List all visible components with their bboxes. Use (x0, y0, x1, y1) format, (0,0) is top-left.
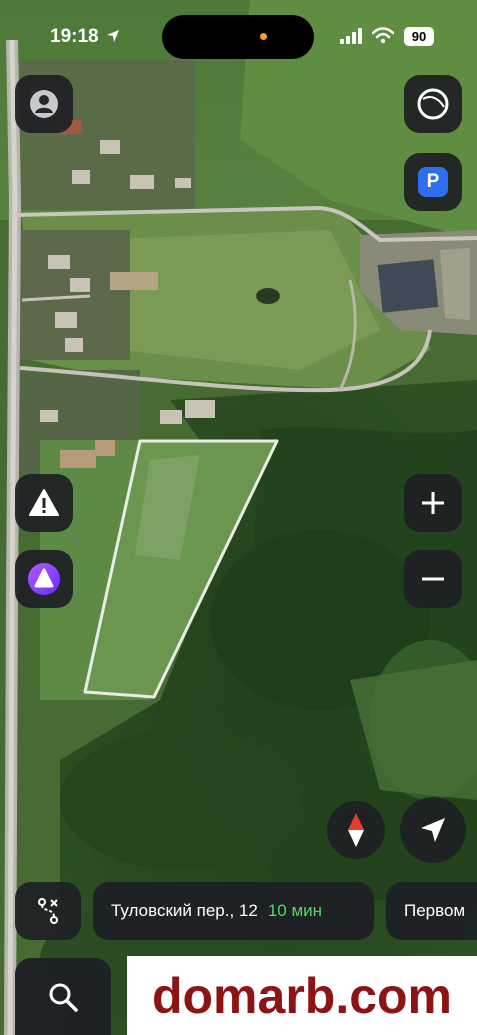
route-suggestion-card[interactable]: Туловский пер., 12 10 мин (93, 882, 374, 940)
layers-icon (417, 88, 449, 120)
next-suggestion-card[interactable]: Первом (386, 882, 477, 940)
privacy-indicator (260, 33, 267, 40)
profile-button[interactable] (15, 75, 73, 133)
wifi-icon (372, 27, 394, 44)
route-address: Туловский пер., 12 (111, 901, 258, 920)
layers-button[interactable] (404, 75, 462, 133)
cellular-signal-icon (340, 28, 362, 44)
status-time: 19:18 (50, 26, 99, 47)
road-events-button[interactable] (15, 474, 73, 532)
compass-icon (348, 813, 364, 847)
parking-button[interactable]: P (404, 153, 462, 211)
minus-icon (422, 577, 444, 581)
zoom-in-button[interactable] (404, 474, 462, 532)
my-location-button[interactable] (400, 797, 466, 863)
next-suggestion-label: Первом (404, 901, 466, 920)
location-arrow-icon (107, 30, 119, 42)
search-icon (49, 983, 78, 1012)
search-button[interactable] (15, 958, 111, 1035)
warning-icon (29, 489, 59, 516)
compass-button[interactable] (327, 801, 385, 859)
dynamic-island (162, 15, 314, 59)
parking-icon: P (418, 167, 448, 197)
person-icon (30, 90, 58, 118)
alice-icon (28, 563, 60, 595)
route-time: 10 мин (267, 901, 323, 920)
status-bar: 19:18 90 (0, 0, 477, 70)
route-icon (38, 898, 58, 924)
battery-indicator: 90 (404, 27, 434, 46)
navigation-arrow-icon (421, 818, 445, 842)
route-button[interactable] (15, 882, 81, 940)
alice-assistant-button[interactable] (15, 550, 73, 608)
watermark: domarb.com (127, 956, 477, 1035)
plus-icon (422, 492, 444, 514)
zoom-out-button[interactable] (404, 550, 462, 608)
